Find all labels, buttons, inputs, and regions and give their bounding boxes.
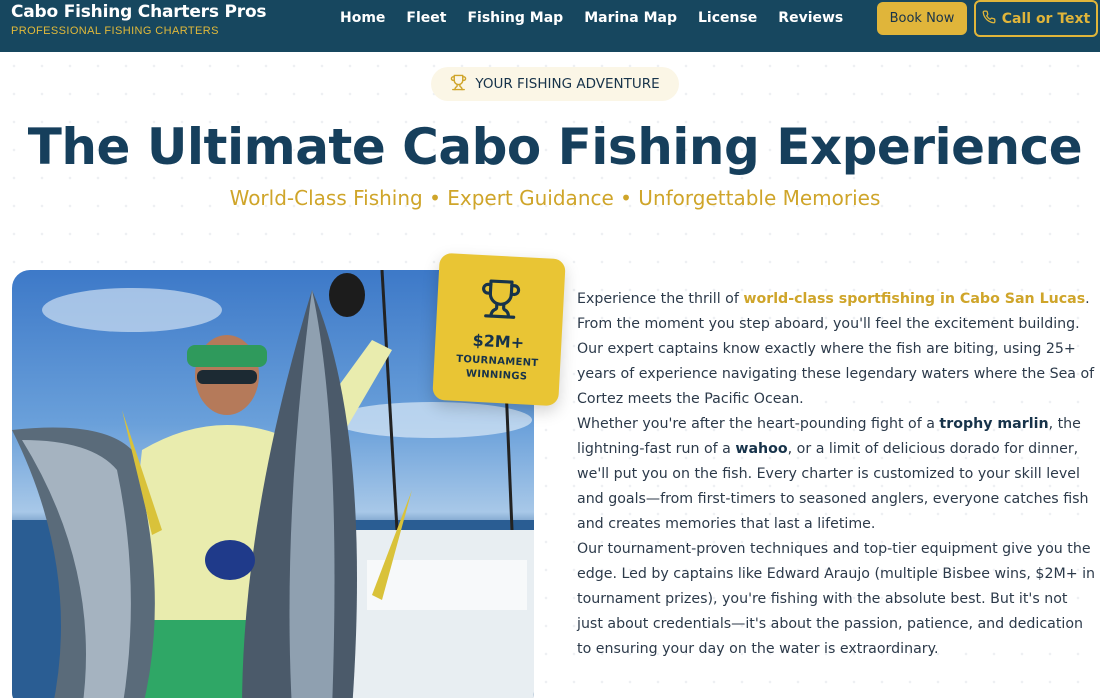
- site-header: Cabo Fishing Charters Pros PROFESSIONAL …: [0, 0, 1100, 52]
- intro-text: Experience the thrill of world-class spo…: [577, 287, 1097, 662]
- paragraph-3: Our tournament-proven techniques and top…: [577, 541, 1096, 657]
- highlight-link: world-class sportfishing in Cabo San Luc…: [743, 291, 1086, 307]
- nav-item-license[interactable]: License: [698, 10, 757, 28]
- book-now-button[interactable]: Book Now: [877, 2, 967, 35]
- nav-item-home[interactable]: Home: [340, 10, 385, 28]
- nav-item-fishing-map[interactable]: Fishing Map: [467, 10, 563, 28]
- badge-label: TOURNAMENT WINNINGS: [455, 353, 539, 385]
- wahoo-text: wahoo: [735, 441, 788, 457]
- nav-item-fleet[interactable]: Fleet: [406, 10, 446, 28]
- section-pill: YOUR FISHING ADVENTURE: [431, 67, 679, 101]
- brand-logo[interactable]: Cabo Fishing Charters Pros PROFESSIONAL …: [11, 2, 267, 37]
- brand-subtitle: PROFESSIONAL FISHING CHARTERS: [11, 25, 219, 37]
- nav-item-marina-map[interactable]: Marina Map: [584, 10, 677, 28]
- nav-item-reviews[interactable]: Reviews: [778, 10, 843, 28]
- trophy-icon: [450, 74, 467, 95]
- section-pill-label: YOUR FISHING ADVENTURE: [475, 76, 660, 92]
- page-title: The Ultimate Cabo Fishing Experience: [27, 118, 1083, 176]
- brand-title: Cabo Fishing Charters Pros: [11, 2, 267, 22]
- tournament-badge: $2M+ TOURNAMENT WINNINGS: [432, 252, 566, 407]
- p1-text-start: Experience the thrill of: [577, 291, 744, 307]
- phone-icon: [982, 10, 996, 28]
- badge-label-line2: WINNINGS: [465, 368, 528, 383]
- p1-text-end: . From the moment you step aboard, you'l…: [577, 291, 1095, 407]
- trophy-marlin-text: trophy marlin: [939, 416, 1049, 432]
- badge-amount: $2M+: [472, 330, 525, 353]
- paragraph-1: Experience the thrill of world-class spo…: [577, 287, 1097, 412]
- p2-text-start: Whether you're after the heart-pounding …: [577, 416, 940, 432]
- call-or-text-label: Call or Text: [1001, 10, 1091, 27]
- page-subtitle: World-Class Fishing • Expert Guidance • …: [229, 186, 881, 210]
- paragraph-2: Whether you're after the heart-pounding …: [577, 412, 1097, 537]
- call-or-text-button[interactable]: Call or Text: [974, 0, 1098, 37]
- trophy-icon: [478, 277, 522, 325]
- main-nav: Home Fleet Fishing Map Marina Map Licens…: [340, 10, 864, 28]
